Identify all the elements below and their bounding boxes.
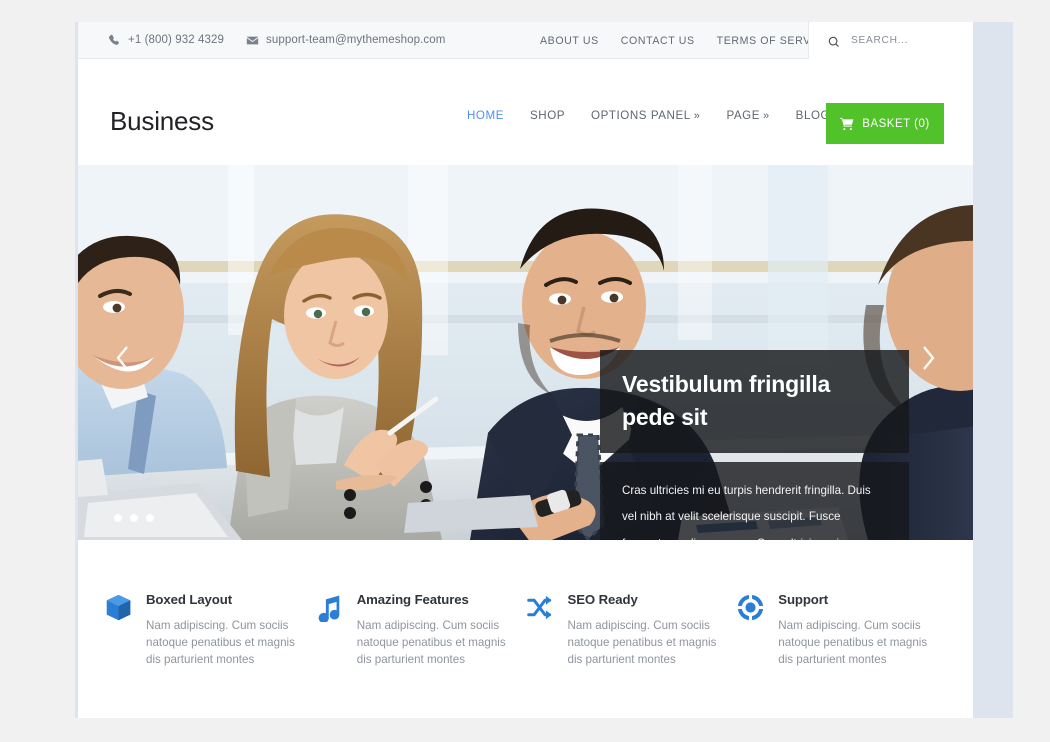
feature-title: Boxed Layout <box>146 592 232 607</box>
feature-list: Boxed Layout Nam adipiscing. Cum sociis … <box>78 540 973 718</box>
feature-body: Amazing Features Nam adipiscing. Cum soc… <box>357 592 514 718</box>
nav-item-home[interactable]: HOME <box>467 109 504 122</box>
feature-item-amazing-features: Amazing Features Nam adipiscing. Cum soc… <box>315 592 526 718</box>
basket-button-label: BASKET (0) <box>862 117 930 130</box>
feature-item-support: Support Nam adipiscing. Cum sociis natoq… <box>736 592 947 718</box>
chevron-left-icon[interactable] <box>111 343 135 373</box>
lifebuoy-icon <box>736 593 765 622</box>
chevron-right-icon: » <box>763 110 770 122</box>
feature-description: Nam adipiscing. Cum sociis natoque penat… <box>567 619 717 666</box>
music-note-icon <box>315 593 344 623</box>
nav-item-options-panel[interactable]: OPTIONS PANEL» <box>591 109 700 122</box>
shopping-cart-icon <box>840 117 854 131</box>
slide-caption-text-box: Cras ultricies mi eu turpis hendrerit fr… <box>600 462 909 540</box>
main-nav: HOME SHOP OPTIONS PANEL» PAGE» BLOG <box>467 109 830 122</box>
feature-description: Nam adipiscing. Cum sociis natoque penat… <box>778 619 928 666</box>
search-input[interactable] <box>851 35 961 46</box>
nav-item-shop[interactable]: SHOP <box>530 109 565 122</box>
slide-caption-title-box: Vestibulum fringilla pede sit <box>600 350 909 454</box>
feature-body: Boxed Layout Nam adipiscing. Cum sociis … <box>146 592 303 718</box>
shuffle-icon <box>526 593 555 622</box>
feature-title: Amazing Features <box>356 592 469 607</box>
topnav-item-contact-us[interactable]: CONTACT US <box>621 35 695 47</box>
site-content-shell: +1 (800) 932 4329 support-team@mythemesh… <box>78 22 973 718</box>
feature-body: Support Nam adipiscing. Cum sociis natoq… <box>778 592 935 718</box>
chevron-right-icon[interactable] <box>916 343 940 373</box>
basket-button[interactable]: BASKET (0) <box>826 103 944 144</box>
email-contact: support-team@mythemeshop.com <box>246 34 445 47</box>
phone-contact: +1 (800) 932 4329 <box>108 34 224 47</box>
slide-caption-title: Vestibulum fringilla pede sit <box>622 371 831 430</box>
email-address: support-team@mythemeshop.com <box>266 34 446 46</box>
slider-dot-1[interactable] <box>114 514 122 522</box>
nav-item-page-label: PAGE <box>726 109 760 122</box>
nav-item-options-panel-label: OPTIONS PANEL <box>591 109 691 122</box>
top-nav: ABOUT US CONTACT US TERMS OF SERVICE <box>540 22 830 59</box>
chevron-right-icon: » <box>693 110 701 122</box>
feature-item-seo-ready: SEO Ready Nam adipiscing. Cum sociis nat… <box>526 592 737 718</box>
site-logo[interactable]: Business <box>110 106 214 137</box>
slider-pagination-dots[interactable] <box>114 514 154 522</box>
nav-item-blog[interactable]: BLOG <box>796 109 830 122</box>
slider-dot-2[interactable] <box>130 514 138 522</box>
envelope-icon <box>246 34 259 47</box>
feature-body: SEO Ready Nam adipiscing. Cum sociis nat… <box>568 592 725 718</box>
feature-title: Support <box>778 592 829 607</box>
box-icon <box>104 593 133 622</box>
nav-item-shop-label: SHOP <box>529 109 566 122</box>
feature-description: Nam adipiscing. Cum sociis natoque penat… <box>356 619 506 666</box>
feature-description: Nam adipiscing. Cum sociis natoque penat… <box>146 619 295 666</box>
slider-dot-3[interactable] <box>146 514 154 522</box>
search-box[interactable] <box>808 22 973 59</box>
search-icon <box>828 35 840 47</box>
phone-icon <box>108 34 121 47</box>
nav-item-home-label: HOME <box>467 109 504 122</box>
feature-item-boxed-layout: Boxed Layout Nam adipiscing. Cum sociis … <box>104 592 315 718</box>
phone-number: +1 (800) 932 4329 <box>128 34 225 46</box>
nav-item-page[interactable]: PAGE» <box>726 109 769 122</box>
nav-item-blog-label: BLOG <box>795 109 831 122</box>
hero-slider[interactable]: Vestibulum fringilla pede sit Cras ultri… <box>78 165 973 540</box>
topnav-item-about-us[interactable]: ABOUT US <box>540 35 599 47</box>
feature-title: SEO Ready <box>567 592 638 607</box>
slide-caption-text: Cras ultricies mi eu turpis hendrerit fr… <box>622 484 871 540</box>
top-utility-bar: +1 (800) 932 4329 support-team@mythemesh… <box>78 22 973 59</box>
